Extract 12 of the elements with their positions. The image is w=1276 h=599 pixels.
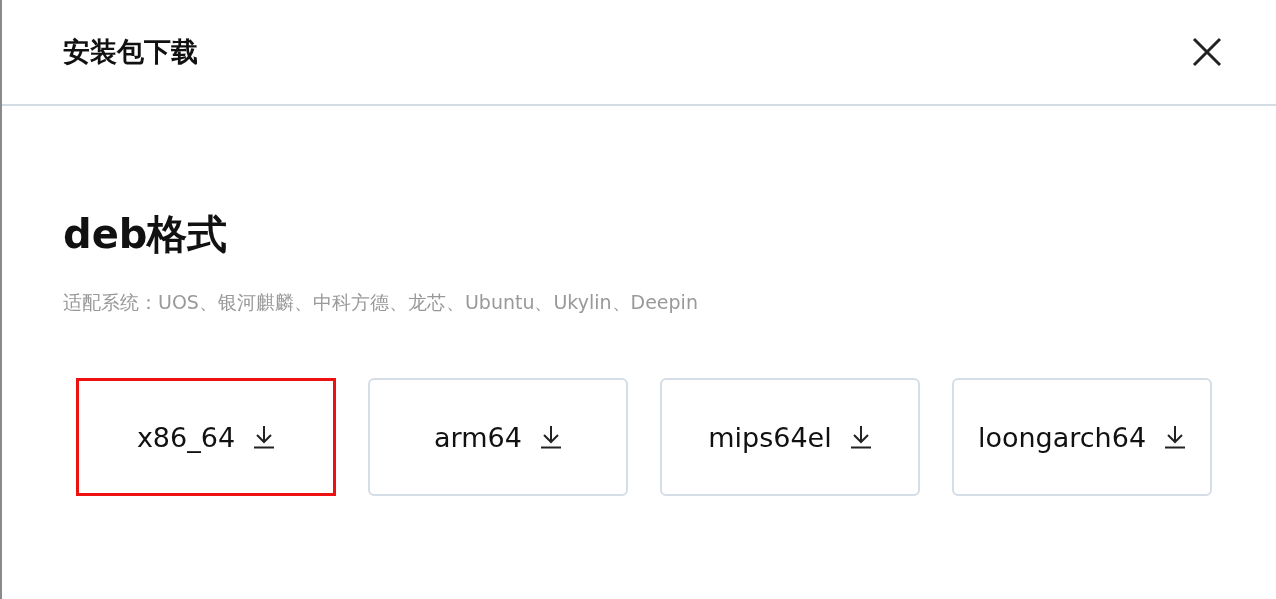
close-icon[interactable] bbox=[1192, 37, 1222, 67]
download-icon bbox=[849, 425, 872, 449]
section-description: 适配系统：UOS、银河麒麟、中科方德、龙芯、Ubuntu、Ukylin、Deepin bbox=[63, 290, 699, 315]
download-button[interactable]: arm64 bbox=[368, 378, 628, 496]
download-button[interactable]: loongarch64 bbox=[952, 378, 1212, 496]
download-button[interactable]: mips64el bbox=[660, 378, 920, 496]
download-icon bbox=[539, 425, 562, 449]
download-button[interactable]: x86_64 bbox=[76, 378, 336, 496]
dialog-title: 安装包下载 bbox=[63, 35, 198, 69]
download-icon bbox=[1164, 425, 1187, 449]
download-icon bbox=[253, 425, 276, 449]
section-heading: deb格式 bbox=[63, 214, 229, 254]
